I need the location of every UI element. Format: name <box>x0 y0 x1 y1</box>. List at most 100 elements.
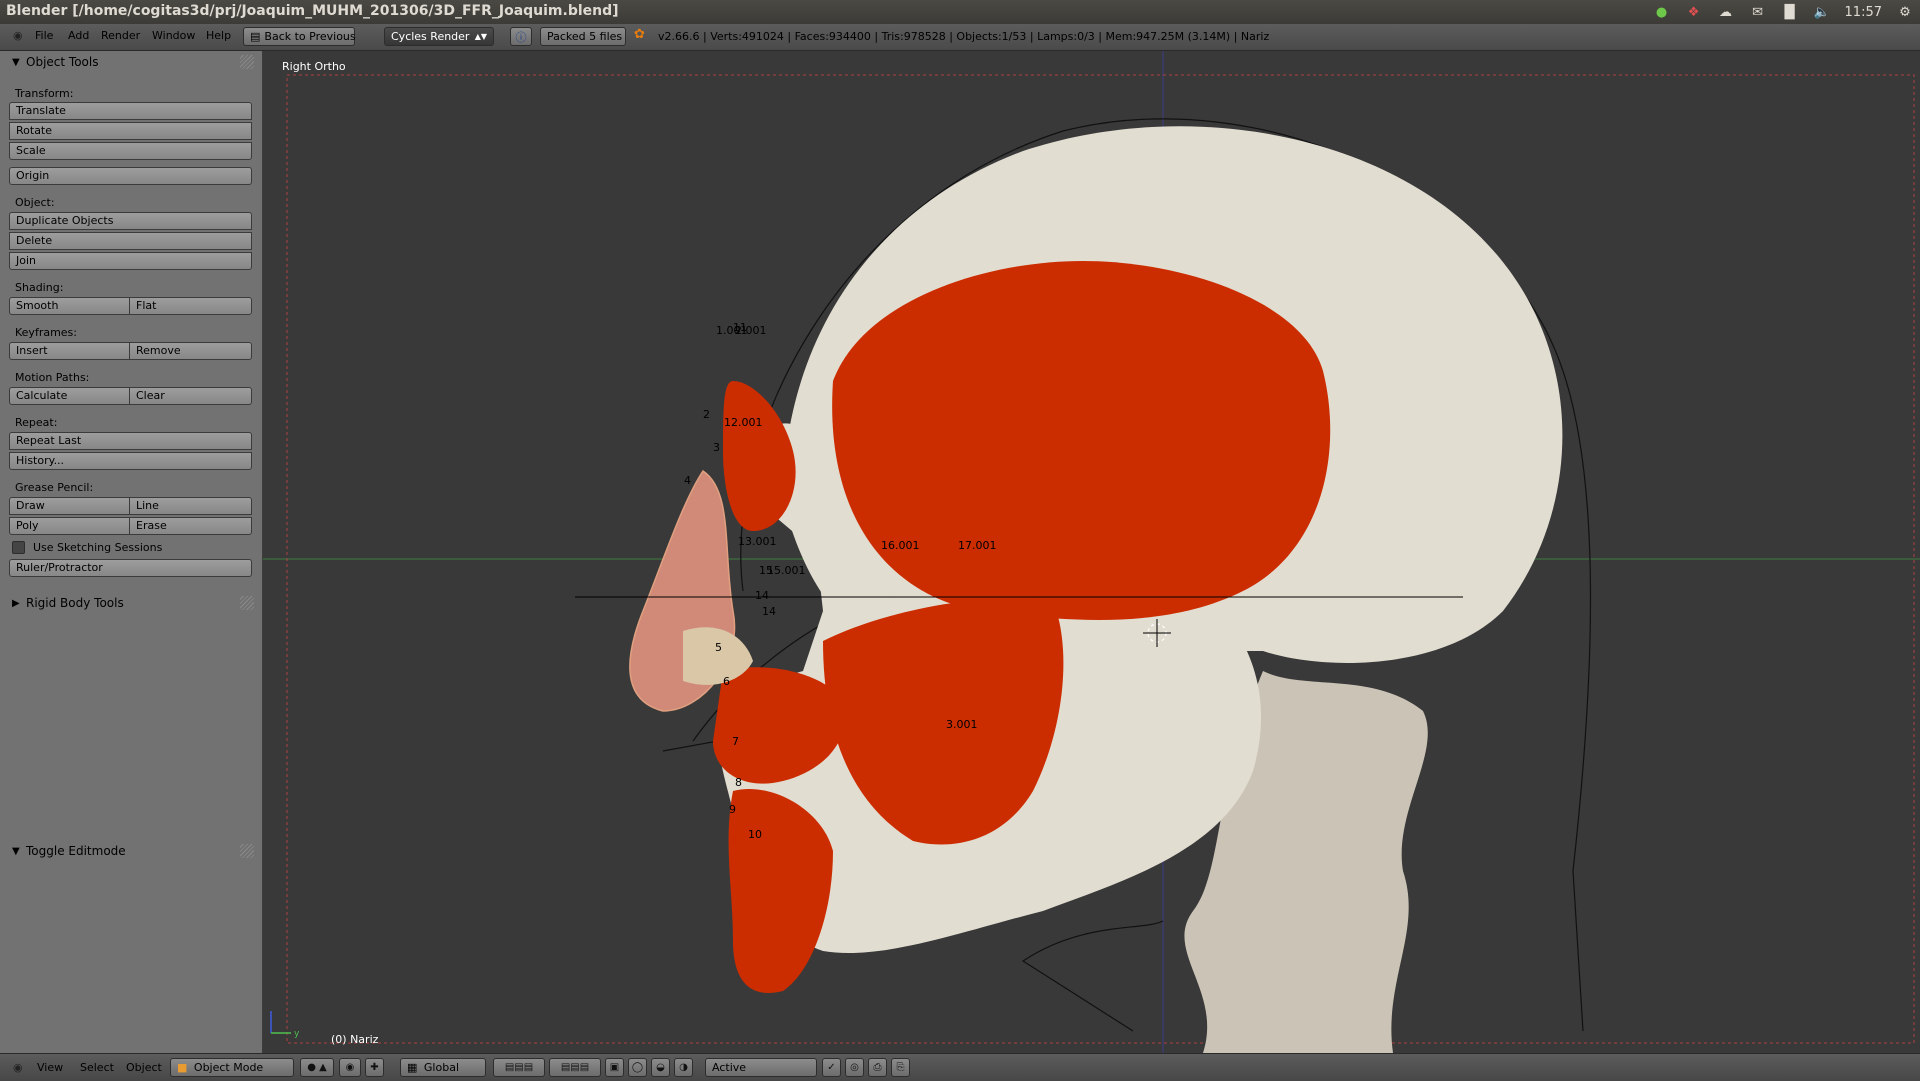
mail-icon[interactable]: ✉ <box>1749 4 1767 20</box>
landmark-label: 3.001 <box>946 718 978 731</box>
motion-paths-label: Motion Paths: <box>15 371 90 384</box>
back-to-previous-button[interactable]: ▤ Back to Previous <box>243 27 356 46</box>
cloud-icon[interactable]: ☁ <box>1717 4 1735 20</box>
scene-stats: v2.66.6 | Verts:491024 | Faces:934400 | … <box>658 30 1270 43</box>
orientation-label: Global <box>423 1061 459 1074</box>
packed-files-button[interactable]: Packed 5 files <box>540 27 626 46</box>
render-engine-select[interactable]: Cycles Render ▲▼ <box>384 27 494 46</box>
expand-triangle-icon: ▶ <box>12 597 20 609</box>
landmark-label: 7 <box>732 735 739 748</box>
viewport-scene: y 1.001 11 2.001 2 12.001 3 4 13.001 15 … <box>263 51 1920 1053</box>
info-icon: ⓘ <box>515 30 527 44</box>
volume-icon[interactable]: 🔈 <box>1813 4 1831 20</box>
mode-label: Object Mode <box>193 1061 264 1074</box>
grease-pencil-label: Grease Pencil: <box>15 481 94 494</box>
editor-type-icon[interactable]: ◉ <box>13 1061 23 1074</box>
dropbox-icon[interactable]: ❖ <box>1685 4 1703 20</box>
delete-button[interactable]: Delete <box>9 232 252 250</box>
scale-button[interactable]: Scale <box>9 142 252 160</box>
info-button[interactable]: ⓘ <box>510 27 532 46</box>
render-animation-icon[interactable]: ⎘ <box>891 1058 910 1077</box>
system-tray: ● ❖ ☁ ✉ █ 🔈 11:57 ⚙ <box>1653 0 1914 24</box>
manipulator-toggle[interactable]: ✚ <box>365 1058 384 1077</box>
panel-toggle-editmode[interactable]: ▼ Toggle Editmode <box>0 840 262 862</box>
panel-grip-icon[interactable] <box>240 596 254 610</box>
panel-object-tools[interactable]: ▼ Object Tools <box>0 51 262 73</box>
landmark-label: 13.001 <box>738 535 777 548</box>
snap-element-icon[interactable]: ◎ <box>845 1058 864 1077</box>
gear-icon[interactable]: ⚙ <box>1896 4 1914 20</box>
render-preview-icon[interactable]: ⎙ <box>868 1058 887 1077</box>
landmark-label: 12.001 <box>724 416 763 429</box>
sketching-checkbox[interactable] <box>12 541 25 554</box>
menu-help[interactable]: Help <box>206 29 231 42</box>
3d-viewport[interactable]: y 1.001 11 2.001 2 12.001 3 4 13.001 15 … <box>263 51 1920 1053</box>
snap-target-icon[interactable]: ✓ <box>822 1058 841 1077</box>
update-icon[interactable]: ● <box>1653 4 1671 20</box>
menu-window[interactable]: Window <box>152 29 195 42</box>
mode-select[interactable]: ■ Object Mode <box>170 1058 294 1077</box>
layers-grid-2[interactable]: ▤▤▤ <box>549 1058 601 1077</box>
viewport-shading-select[interactable]: ● ▲ <box>300 1058 334 1077</box>
flat-button[interactable]: Flat <box>129 297 252 315</box>
panel-grip-icon[interactable] <box>240 844 254 858</box>
editor-type-icon[interactable]: ◉ <box>13 29 23 42</box>
render-layer-icon[interactable]: ◯ <box>628 1058 647 1077</box>
draw-button[interactable]: Draw <box>9 497 130 515</box>
remove-keyframe-button[interactable]: Remove <box>129 342 252 360</box>
erase-button[interactable]: Erase <box>129 517 252 535</box>
view3d-header: ◉ View Select Object ■ Object Mode ● ▲ ◉… <box>0 1053 1920 1081</box>
object-label: Object: <box>15 196 55 209</box>
menu-select[interactable]: Select <box>80 1061 114 1074</box>
pivot-mode-select[interactable]: Active <box>705 1058 817 1077</box>
rotate-button[interactable]: Rotate <box>9 122 252 140</box>
panel-rigid-body-tools[interactable]: ▶ Rigid Body Tools <box>0 592 262 614</box>
landmark-label: 14 <box>755 589 769 602</box>
history-button[interactable]: History... <box>9 452 252 470</box>
landmark-label: 17.001 <box>958 539 997 552</box>
origin-button[interactable]: Origin <box>9 167 252 185</box>
dropdown-arrows-icon: ▲▼ <box>474 32 487 41</box>
object-mode-icon: ■ <box>177 1061 188 1074</box>
poly-button[interactable]: Poly <box>9 517 130 535</box>
landmark-label: 4 <box>684 474 691 487</box>
menu-file[interactable]: File <box>35 29 53 42</box>
pivot-mode-label: Active <box>712 1061 747 1074</box>
transform-orientation-select[interactable]: ▦ Global <box>400 1058 486 1077</box>
transform-label: Transform: <box>15 87 74 100</box>
repeat-label: Repeat: <box>15 416 58 429</box>
landmark-label: 5 <box>715 641 722 654</box>
layers-grid[interactable]: ▤▤▤ <box>493 1058 545 1077</box>
menu-render[interactable]: Render <box>101 29 140 42</box>
clear-button[interactable]: Clear <box>129 387 252 405</box>
back-icon: ▤ <box>250 30 261 43</box>
active-object-name: (0) Nariz <box>331 1033 379 1046</box>
info-header: ◉ File Add Render Window Help ▤ Back to … <box>0 24 1920 51</box>
axis-gizmo-y-label: y <box>294 1029 300 1039</box>
menu-object[interactable]: Object <box>126 1061 162 1074</box>
menu-add[interactable]: Add <box>68 29 89 42</box>
menu-view[interactable]: View <box>37 1061 63 1074</box>
tool-shelf: ▼ Object Tools Transform: Translate Rota… <box>0 51 263 1053</box>
landmark-label: 3 <box>713 441 720 454</box>
snap-icon[interactable]: ◒ <box>651 1058 670 1077</box>
ruler-protractor-button[interactable]: Ruler/Protractor <box>9 559 252 577</box>
join-button[interactable]: Join <box>9 252 252 270</box>
orientation-icon: ▦ <box>407 1061 418 1074</box>
translate-button[interactable]: Translate <box>9 102 252 120</box>
insert-keyframe-button[interactable]: Insert <box>9 342 130 360</box>
network-icon[interactable]: █ <box>1781 4 1799 20</box>
duplicate-objects-button[interactable]: Duplicate Objects <box>9 212 252 230</box>
clock[interactable]: 11:57 <box>1845 5 1882 20</box>
panel-grip-icon[interactable] <box>240 55 254 69</box>
repeat-last-button[interactable]: Repeat Last <box>9 432 252 450</box>
landmark-label: 8 <box>735 776 742 789</box>
line-button[interactable]: Line <box>129 497 252 515</box>
lock-layers-icon[interactable]: ▣ <box>605 1058 624 1077</box>
landmark-label: 6 <box>723 675 730 688</box>
back-to-previous-label: Back to Previous <box>264 30 356 43</box>
pivot-point-select[interactable]: ◉ <box>339 1058 361 1077</box>
calculate-button[interactable]: Calculate <box>9 387 130 405</box>
smooth-button[interactable]: Smooth <box>9 297 130 315</box>
proportional-edit-icon[interactable]: ◑ <box>674 1058 693 1077</box>
